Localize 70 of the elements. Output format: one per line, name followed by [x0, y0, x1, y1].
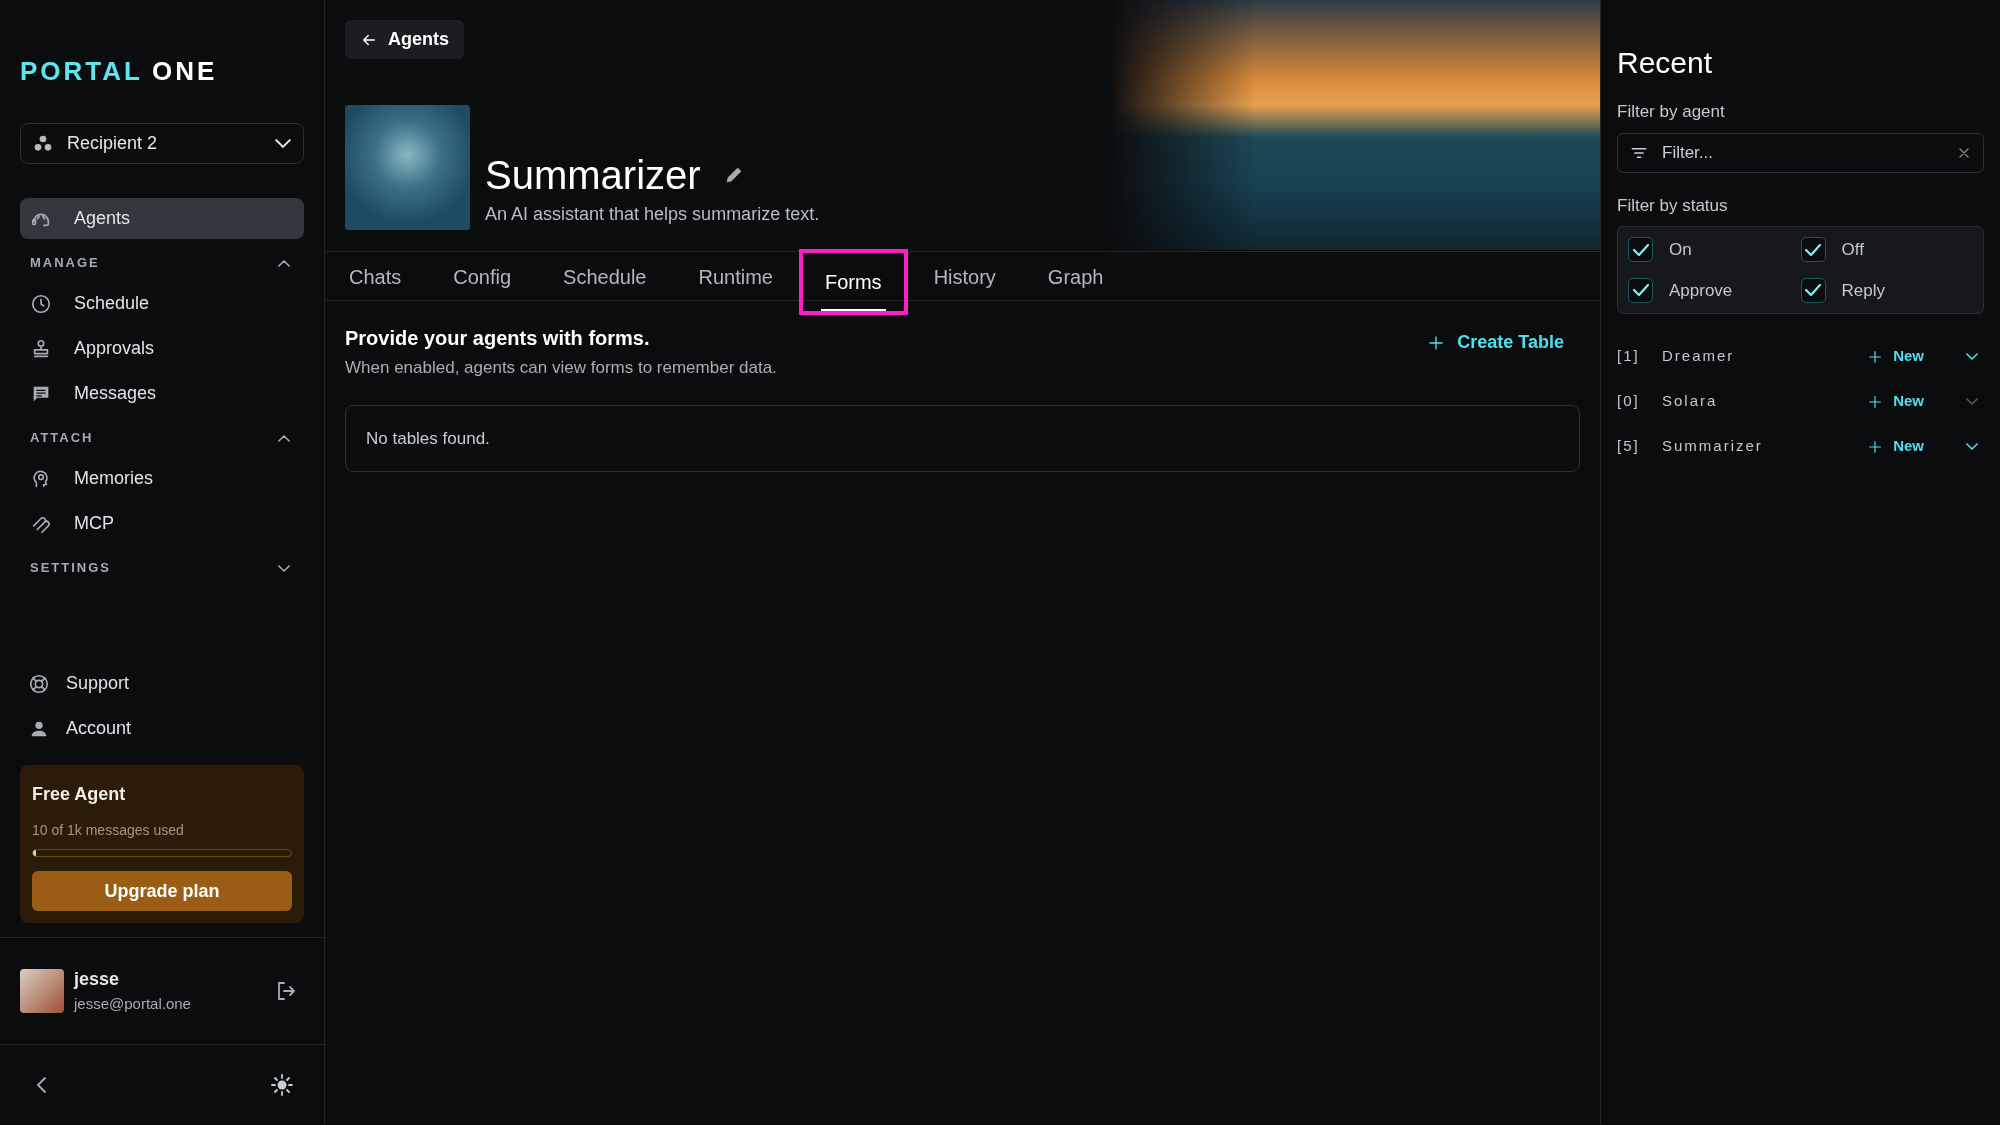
new-button[interactable]: New — [1867, 435, 1924, 458]
check-icon — [1805, 284, 1821, 297]
filter-label: Filter by agent — [1617, 101, 1726, 123]
agent-name: Solara — [1662, 391, 1719, 412]
new-button[interactable]: New — [1867, 345, 1924, 368]
nav-item[interactable]: Support — [20, 663, 304, 704]
group-icon — [33, 133, 53, 154]
chevron-down-icon — [275, 139, 291, 148]
nav-item[interactable]: Account — [20, 708, 304, 749]
plus-icon — [1867, 438, 1884, 455]
agent-name: Summarizer — [485, 153, 701, 197]
tab[interactable]: History — [911, 252, 1018, 301]
agent-count: [1] — [1617, 346, 1641, 367]
chevron-down-icon[interactable] — [278, 564, 290, 572]
user-name: jesse — [74, 968, 121, 992]
checkbox-label: Reply — [1841, 279, 1885, 302]
filter-label: Filter by status — [1617, 194, 1729, 217]
workspace-select[interactable]: Recipient 2 — [20, 123, 304, 164]
checkbox[interactable] — [1800, 237, 1826, 263]
nav-item[interactable]: Approvals — [20, 328, 304, 369]
empty-message: No tables found. — [366, 428, 490, 448]
agent-count: [5] — [1617, 436, 1641, 457]
nav-item[interactable]: Schedule — [20, 283, 304, 324]
section-header: ATTACH — [30, 429, 94, 448]
agent-name: Dreamer — [1662, 346, 1736, 367]
tab[interactable]: Chats — [327, 252, 424, 301]
checkbox[interactable] — [1628, 237, 1653, 263]
agent-name: Summarizer — [1662, 436, 1764, 457]
nav-item[interactable]: Agents — [20, 198, 304, 239]
checkbox-label: On — [1669, 239, 1692, 261]
section-title: Provide your agents with forms. — [345, 326, 651, 351]
logo-text: ONE — [151, 55, 218, 88]
back-button[interactable]: Agents — [345, 20, 464, 59]
chevron-up-icon[interactable] — [278, 259, 290, 267]
lifebuoy-icon — [28, 672, 50, 695]
checkbox-label: Off — [1841, 239, 1864, 261]
section-header: SETTINGS — [30, 559, 111, 578]
upgrade-button[interactable]: Upgrade plan — [32, 871, 292, 911]
tab[interactable]: Runtime — [676, 252, 795, 301]
agent-count: [0] — [1617, 391, 1641, 412]
logo-text: PORTAL — [20, 55, 143, 88]
panel-title: Recent — [1617, 45, 1714, 81]
usage-text: 10 of 1k messages used — [32, 821, 185, 840]
tab[interactable]: Schedule — [541, 252, 669, 301]
avatar-placeholder — [20, 969, 64, 1013]
plus-icon — [1867, 348, 1884, 365]
plus-icon — [1427, 333, 1446, 352]
chevron-up-icon[interactable] — [278, 434, 290, 442]
plan-title: Free Agent — [32, 783, 127, 806]
nav-item[interactable]: Messages — [20, 373, 304, 414]
section-subtitle: When enabled, agents can view forms to remember data. — [345, 357, 777, 379]
check-icon — [1632, 284, 1649, 297]
user-email: jesse@portal.one — [74, 994, 192, 1015]
checkbox[interactable] — [1800, 277, 1826, 303]
clock-icon — [30, 292, 52, 315]
create-table-button[interactable]: Create Table — [1411, 323, 1580, 356]
nav-item[interactable]: Memories — [20, 458, 304, 499]
check-icon — [1632, 243, 1649, 256]
checkbox-label: Approve — [1669, 279, 1733, 302]
check-icon — [1805, 243, 1821, 256]
section-header: MANAGE — [30, 254, 100, 273]
new-button[interactable]: New — [1867, 390, 1924, 413]
sun-icon[interactable] — [270, 1073, 294, 1097]
plus-icon — [1867, 393, 1884, 410]
tab[interactable]: Config — [431, 252, 534, 301]
agent-description: An AI assistant that helps summarize text. — [485, 203, 820, 226]
nav-item[interactable]: MCP — [20, 503, 304, 544]
tab[interactable]: Graph — [1025, 252, 1126, 301]
checkbox[interactable] — [1628, 277, 1653, 303]
filter-field[interactable]: Filter... — [1617, 132, 1984, 173]
